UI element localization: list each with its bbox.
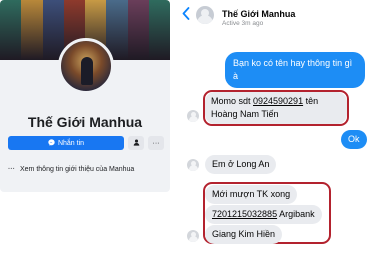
message-text: Momo sdt	[211, 96, 254, 106]
message-outgoing[interactable]: Bạn ko có tên hay thông tin gì à	[225, 52, 365, 88]
more-icon: ···	[152, 139, 160, 147]
page-title: Thế Giới Manhua	[27, 114, 143, 130]
contact-status: Active 3m ago	[222, 20, 264, 27]
message-button[interactable]: Nhắn tin	[8, 136, 124, 150]
cover-panel	[148, 0, 170, 60]
person-icon	[133, 139, 140, 148]
about-link-label: Xem thông tin giới thiệu của Manhua	[20, 166, 135, 173]
message-text: Bạn ko có tên hay thông tin gì à	[233, 58, 353, 81]
cover-panel	[21, 0, 43, 60]
chat-header: Thế Giới Manhua Active 3m ago	[178, 4, 374, 30]
messenger-icon	[48, 138, 55, 148]
page-profile-picture[interactable]	[58, 38, 114, 94]
facebook-page-card: Thế Giới Manhua Nhắn tin ··· ··· Xem thô…	[0, 0, 170, 192]
message-text: Argibank	[277, 209, 315, 219]
message-incoming[interactable]: Momo sdt 0924590291 tên Hoàng Nam Tiến	[205, 92, 347, 124]
sender-avatar	[187, 110, 199, 122]
cover-panel	[0, 0, 22, 60]
message-text: tên	[303, 96, 319, 106]
contact-avatar[interactable]	[196, 6, 214, 24]
contact-name[interactable]: Thế Giới Manhua	[222, 9, 295, 19]
phone-number-link[interactable]: 0924590291	[253, 96, 303, 106]
message-outgoing[interactable]: Ok	[341, 130, 367, 149]
message-text: Em ở Long An	[212, 159, 270, 169]
ellipsis-icon: ···	[8, 166, 15, 173]
message-button-label: Nhắn tin	[57, 139, 85, 147]
more-options-button[interactable]: ···	[148, 136, 164, 150]
page-action-row: Nhắn tin ···	[8, 136, 164, 150]
message-incoming[interactable]: Mới mượn TK xong	[205, 185, 298, 204]
message-text: Mới mượn TK xong	[212, 189, 291, 199]
message-incoming[interactable]: Giang Kim Hiền	[205, 225, 283, 244]
back-chevron-icon[interactable]	[182, 7, 190, 23]
sender-avatar	[187, 159, 199, 171]
message-line: Momo sdt 0924590291 tên	[211, 95, 341, 108]
cover-panel	[127, 0, 149, 60]
message-text: Giang Kim Hiền	[212, 229, 276, 239]
message-line: Hoàng Nam Tiến	[211, 109, 279, 119]
sender-avatar	[187, 230, 199, 242]
profile-figure	[81, 57, 93, 85]
about-link[interactable]: ··· Xem thông tin giới thiệu của Manhua	[8, 166, 168, 173]
account-number-link[interactable]: 7201215032885	[212, 209, 277, 219]
cover-panel	[42, 0, 64, 60]
message-incoming[interactable]: Em ở Long An	[205, 155, 277, 174]
message-incoming[interactable]: 7201215032885 Argibank	[205, 205, 322, 224]
follow-button[interactable]	[128, 136, 144, 150]
message-text: Ok	[348, 134, 360, 144]
